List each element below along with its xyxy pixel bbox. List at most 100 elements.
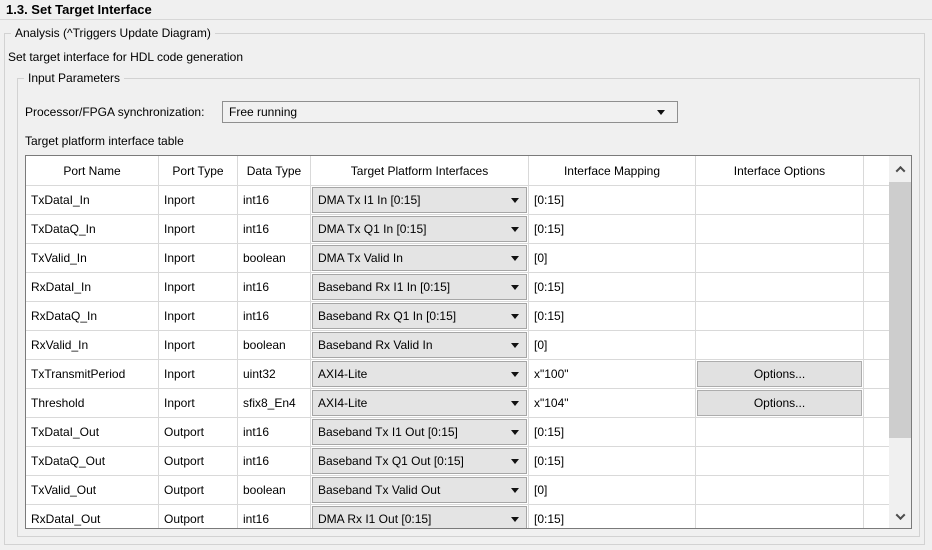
table-body: TxDataI_In Inport int16 DMA Tx I1 In [0:… <box>26 186 889 528</box>
target-interface-dropdown[interactable]: DMA Tx I1 In [0:15] <box>312 187 527 213</box>
data-type-cell: int16 <box>238 418 311 447</box>
chevron-down-icon <box>511 227 519 232</box>
port-name-cell: TxDataQ_In <box>26 215 159 244</box>
set-target-interface-panel: 1.3. Set Target Interface Analysis (^Tri… <box>0 0 932 550</box>
target-interface-dropdown[interactable]: DMA Tx Valid In <box>312 245 527 271</box>
interface-mapping-cell: [0:15] <box>529 418 696 447</box>
data-type-cell: sfix8_En4 <box>238 389 311 418</box>
table-row: Threshold Inport sfix8_En4 AXI4-Lite x"1… <box>26 389 889 418</box>
row-filler <box>864 215 889 244</box>
target-interface-dropdown[interactable]: Baseband Tx I1 Out [0:15] <box>312 419 527 445</box>
interface-options-cell <box>696 186 864 215</box>
target-interface-cell: AXI4-Lite <box>311 360 529 389</box>
dropdown-selected-value: Baseband Rx Valid In <box>318 338 511 352</box>
row-filler <box>864 186 889 215</box>
analysis-groupbox-legend: Analysis (^Triggers Update Diagram) <box>11 26 215 40</box>
target-interface-dropdown[interactable]: DMA Rx I1 Out [0:15] <box>312 506 527 528</box>
table-row: TxDataI_In Inport int16 DMA Tx I1 In [0:… <box>26 186 889 215</box>
col-header-port-type: Port Type <box>159 156 238 186</box>
port-name-cell: TxValid_Out <box>26 476 159 505</box>
port-type-cell: Inport <box>159 389 238 418</box>
target-interface-dropdown[interactable]: DMA Tx Q1 In [0:15] <box>312 216 527 242</box>
port-type-cell: Inport <box>159 215 238 244</box>
target-interface-dropdown[interactable]: Baseband Rx Q1 In [0:15] <box>312 303 527 329</box>
table-row: TxValid_In Inport boolean DMA Tx Valid I… <box>26 244 889 273</box>
interface-options-cell <box>696 273 864 302</box>
table-row: TxDataQ_In Inport int16 DMA Tx Q1 In [0:… <box>26 215 889 244</box>
dropdown-selected-value: AXI4-Lite <box>318 367 511 381</box>
target-interface-dropdown[interactable]: Baseband Tx Q1 Out [0:15] <box>312 448 527 474</box>
processor-fpga-sync-dropdown[interactable]: Free running <box>222 101 678 123</box>
port-type-cell: Inport <box>159 186 238 215</box>
interface-mapping-cell: [0:15] <box>529 447 696 476</box>
table-row: RxDataI_Out Outport int16 DMA Rx I1 Out … <box>26 505 889 528</box>
scrollbar-track[interactable] <box>889 438 911 504</box>
interface-options-cell <box>696 302 864 331</box>
port-name-cell: TxTransmitPeriod <box>26 360 159 389</box>
chevron-down-icon <box>511 314 519 319</box>
dropdown-selected-value: AXI4-Lite <box>318 396 511 410</box>
title-separator <box>0 19 932 20</box>
data-type-cell: int16 <box>238 447 311 476</box>
data-type-cell: uint32 <box>238 360 311 389</box>
chevron-down-icon <box>511 343 519 348</box>
target-interface-dropdown[interactable]: AXI4-Lite <box>312 361 527 387</box>
row-filler <box>864 389 889 418</box>
port-name-cell: RxValid_In <box>26 331 159 360</box>
target-interface-dropdown[interactable]: Baseband Rx Valid In <box>312 332 527 358</box>
scroll-down-icon <box>895 510 905 520</box>
interface-mapping-cell: [0:15] <box>529 505 696 528</box>
target-interface-cell: Baseband Rx I1 In [0:15] <box>311 273 529 302</box>
target-interface-dropdown[interactable]: AXI4-Lite <box>312 390 527 416</box>
page-title: 1.3. Set Target Interface <box>6 2 152 17</box>
port-name-cell: RxDataI_Out <box>26 505 159 528</box>
table-row: TxValid_Out Outport boolean Baseband Tx … <box>26 476 889 505</box>
interface-mapping-cell: x"104" <box>529 389 696 418</box>
task-description: Set target interface for HDL code genera… <box>8 50 243 64</box>
table-header-row: Port Name Port Type Data Type Target Pla… <box>26 156 889 186</box>
interface-options-cell <box>696 331 864 360</box>
table-row: RxValid_In Inport boolean Baseband Rx Va… <box>26 331 889 360</box>
port-type-cell: Outport <box>159 418 238 447</box>
scroll-down-button[interactable] <box>889 504 911 528</box>
target-interface-dropdown[interactable]: Baseband Tx Valid Out <box>312 477 527 503</box>
chevron-down-icon <box>511 488 519 493</box>
target-interface-cell: DMA Rx I1 Out [0:15] <box>311 505 529 528</box>
interface-options-cell <box>696 505 864 528</box>
interface-options-cell: Options... <box>696 389 864 418</box>
dropdown-selected-value: DMA Tx I1 In [0:15] <box>318 193 511 207</box>
scrollbar-thumb[interactable] <box>889 182 911 438</box>
processor-fpga-sync-label: Processor/FPGA synchronization: <box>25 101 204 123</box>
target-interface-cell: Baseband Tx I1 Out [0:15] <box>311 418 529 447</box>
port-name-cell: TxDataI_In <box>26 186 159 215</box>
port-name-cell: TxValid_In <box>26 244 159 273</box>
row-filler <box>864 244 889 273</box>
row-filler <box>864 476 889 505</box>
target-interface-dropdown[interactable]: Baseband Rx I1 In [0:15] <box>312 274 527 300</box>
port-type-cell: Inport <box>159 331 238 360</box>
interface-options-cell: Options... <box>696 360 864 389</box>
chevron-down-icon <box>511 430 519 435</box>
scroll-up-button[interactable] <box>889 156 911 182</box>
table-row: RxDataQ_In Inport int16 Baseband Rx Q1 I… <box>26 302 889 331</box>
col-header-target-platform-interfaces: Target Platform Interfaces <box>311 156 529 186</box>
interface-options-cell <box>696 215 864 244</box>
col-header-data-type: Data Type <box>238 156 311 186</box>
row-filler <box>864 302 889 331</box>
table-row: TxTransmitPeriod Inport uint32 AXI4-Lite… <box>26 360 889 389</box>
interface-mapping-cell: [0:15] <box>529 215 696 244</box>
port-name-cell: Threshold <box>26 389 159 418</box>
dropdown-selected-value: Baseband Tx Q1 Out [0:15] <box>318 454 511 468</box>
port-name-cell: RxDataI_In <box>26 273 159 302</box>
options-button[interactable]: Options... <box>697 390 862 416</box>
row-filler <box>864 360 889 389</box>
table-vertical-scrollbar[interactable] <box>889 156 911 528</box>
options-button[interactable]: Options... <box>697 361 862 387</box>
port-type-cell: Inport <box>159 302 238 331</box>
row-filler <box>864 447 889 476</box>
col-header-port-name: Port Name <box>26 156 159 186</box>
data-type-cell: boolean <box>238 476 311 505</box>
interface-mapping-cell: [0] <box>529 244 696 273</box>
scroll-up-icon <box>895 165 905 175</box>
col-header-interface-mapping: Interface Mapping <box>529 156 696 186</box>
